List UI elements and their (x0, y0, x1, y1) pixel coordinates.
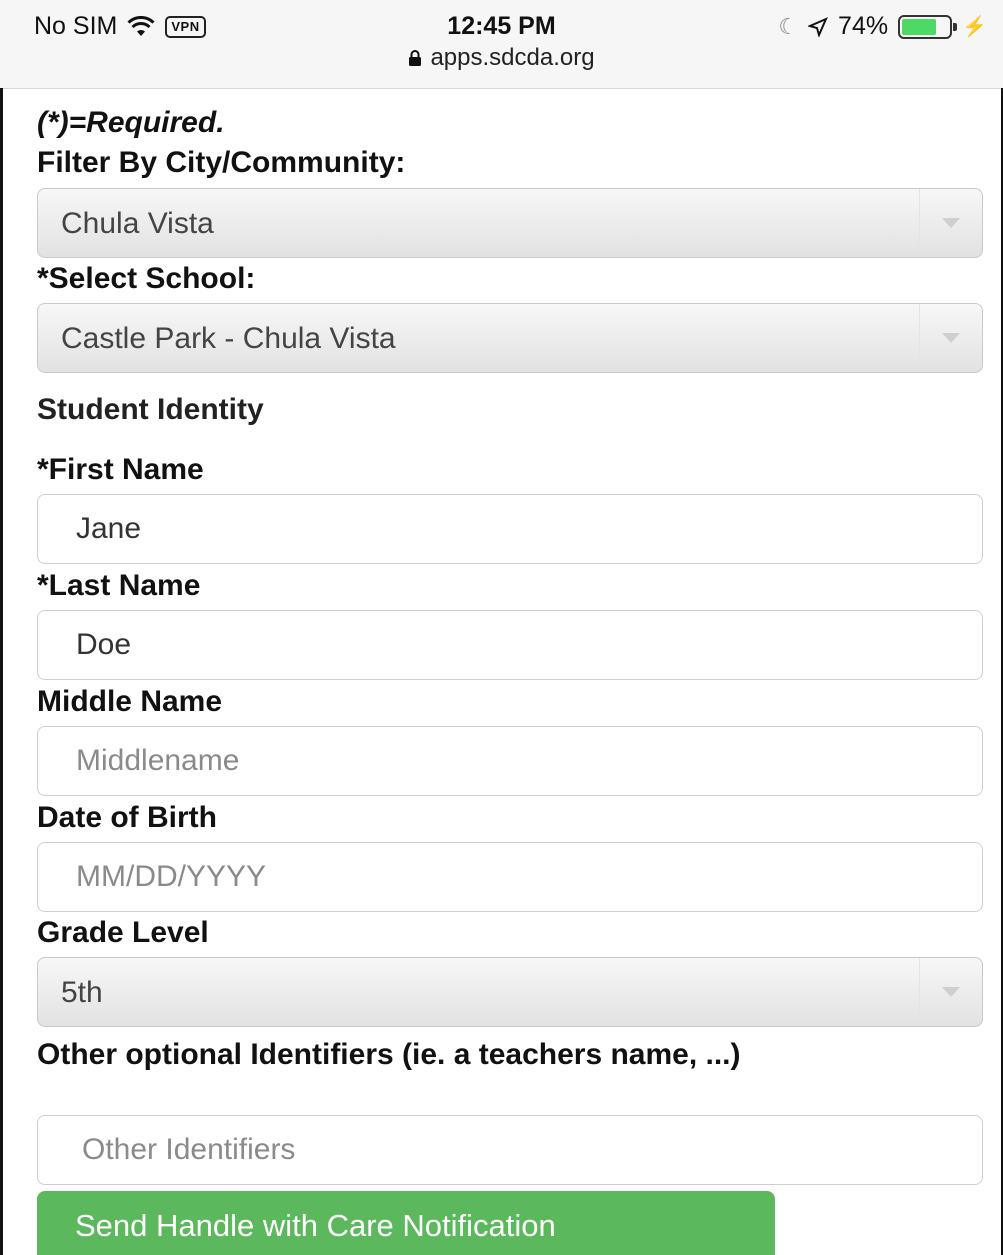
chevron-down-icon (919, 189, 982, 257)
grade-level-value: 5th (61, 976, 103, 1009)
battery-icon (898, 14, 958, 39)
battery-fill (902, 18, 937, 35)
grade-level-select[interactable]: 5th (37, 957, 983, 1027)
last-name-field[interactable] (37, 610, 983, 680)
dob-label: Date of Birth (37, 801, 217, 834)
chevron-down-icon (919, 304, 982, 372)
city-filter-label: Filter By City/Community: (37, 146, 406, 179)
status-right: ☾ 74% ⚡ (778, 12, 987, 41)
school-select-value: Castle Park - Chula Vista (61, 322, 396, 355)
middle-name-field[interactable] (37, 726, 983, 796)
school-select[interactable]: Castle Park - Chula Vista (37, 303, 983, 373)
school-select-label: *Select School: (37, 262, 256, 295)
moon-icon: ☾ (778, 13, 799, 39)
other-identifiers-field[interactable] (37, 1115, 983, 1185)
phone-screen: No SIM VPN 12:45 PM ☾ 74% ⚡ apps.sdcda.o… (0, 0, 1003, 1255)
battery-tip (953, 22, 958, 31)
required-note: (*)=Required. (37, 106, 225, 139)
lock-icon (408, 46, 422, 74)
location-arrow-icon (808, 16, 828, 37)
chevron-down-icon (919, 958, 982, 1026)
student-identity-heading: Student Identity (37, 393, 264, 426)
first-name-field[interactable] (37, 494, 983, 564)
battery-percent: 74% (838, 12, 889, 40)
last-name-label: *Last Name (37, 569, 201, 602)
send-notification-button[interactable]: Send Handle with Care Notification (37, 1191, 775, 1255)
left-border (0, 88, 3, 1255)
middle-name-label: Middle Name (37, 685, 223, 718)
charging-bolt-icon: ⚡ (962, 16, 987, 38)
city-filter-value: Chula Vista (61, 207, 214, 240)
other-identifiers-label: Other optional Identifiers (ie. a teache… (37, 1038, 741, 1071)
city-filter-select[interactable]: Chula Vista (37, 188, 983, 258)
url-text: apps.sdcda.org (430, 44, 595, 71)
first-name-label: *First Name (37, 453, 204, 486)
status-bar: No SIM VPN 12:45 PM ☾ 74% ⚡ apps.sdcda.o… (0, 0, 1003, 89)
address-bar[interactable]: apps.sdcda.org (0, 44, 1003, 74)
grade-level-label: Grade Level (37, 916, 209, 949)
dob-field[interactable] (37, 842, 983, 912)
